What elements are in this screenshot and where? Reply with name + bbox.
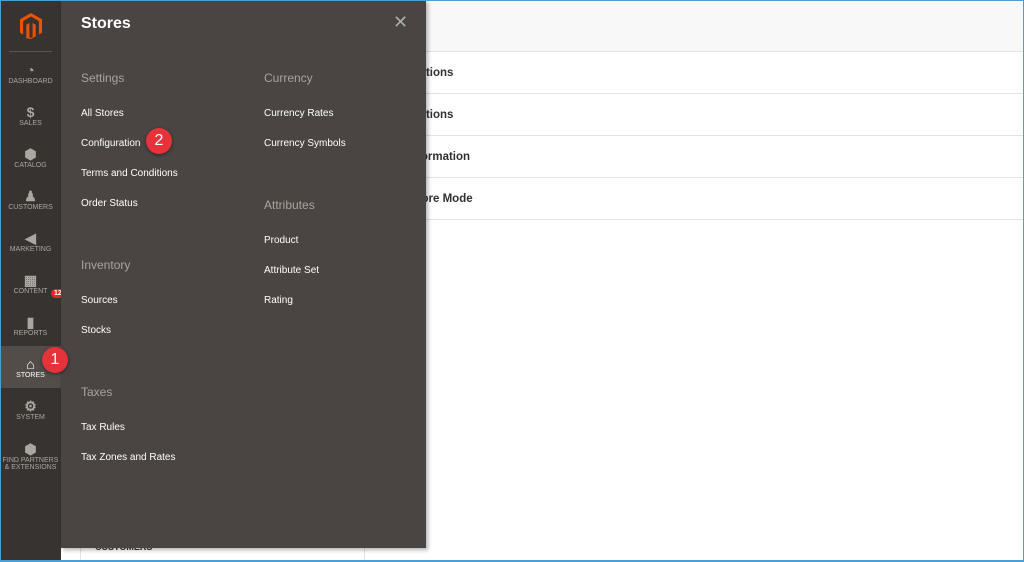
sidebar-item-label: REPORTS	[13, 329, 48, 337]
menu-item-terms-and-conditions[interactable]: Terms and Conditions	[81, 166, 178, 196]
callout-1: 1	[42, 347, 68, 373]
magento-logo[interactable]	[9, 0, 52, 52]
sidebar-item-sales[interactable]: $ SALES	[0, 94, 61, 136]
panel-title: Stores	[81, 15, 131, 32]
config-section[interactable]: nformation	[365, 136, 1024, 178]
callout-2: 2	[146, 128, 172, 154]
sidebar-item-label: STORES	[16, 371, 45, 379]
bar-chart-icon: ▮	[26, 313, 35, 330]
page-header	[365, 0, 1024, 52]
sidebar-item-system[interactable]: ⚙ SYSTEM	[0, 388, 61, 430]
sidebar-item-label: CONTENT	[13, 287, 48, 295]
sidebar-item-customers[interactable]: ♟ CUSTOMERS	[0, 178, 61, 220]
sidebar-item-label: DASHBOARD	[8, 77, 53, 85]
sidebar-item-catalog[interactable]: ⬢ CATALOG	[0, 136, 61, 178]
sidebar-item-find[interactable]: ⬢ FIND PARTNERS & EXTENSIONS	[0, 430, 61, 482]
menu-group-heading: Taxes	[81, 385, 113, 399]
person-icon: ♟	[24, 187, 37, 204]
menu-item-product[interactable]: Product	[264, 233, 346, 263]
layout-icon: ▦	[23, 271, 38, 288]
menu-item-tax-rules[interactable]: Tax Rules	[81, 420, 178, 450]
magento-logo-icon	[19, 12, 42, 39]
cube-icon: ⬢	[24, 441, 37, 457]
menu-item-tax-zones-and-rates[interactable]: Tax Zones and Rates	[81, 450, 178, 480]
menu-item-currency-symbols[interactable]: Currency Symbols	[264, 136, 346, 166]
menu-item-order-status[interactable]: Order Status	[81, 196, 178, 226]
config-section[interactable]: Store Mode	[365, 178, 1024, 220]
menu-group-heading: Inventory	[81, 258, 131, 272]
sidebar-item-label: SYSTEM	[16, 413, 45, 421]
sidebar-item-label: FIND PARTNERS & EXTENSIONS	[2, 457, 59, 471]
config-section[interactable]: Options	[365, 52, 1024, 94]
dashboard-icon: ◔	[26, 61, 35, 78]
store-icon: ⌂	[26, 355, 35, 372]
menu-item-sources[interactable]: Sources	[81, 293, 178, 323]
megaphone-icon: ◀	[25, 229, 36, 246]
box-icon: ⬢	[24, 145, 37, 162]
main-content: Options Options nformation Store Mode	[365, 0, 1024, 562]
menu-group-heading: Settings	[81, 71, 125, 85]
sidebar-item-reports[interactable]: ▮ REPORTS	[0, 304, 61, 346]
menu-item-attribute-set[interactable]: Attribute Set	[264, 263, 346, 293]
sidebar-item-label: SALES	[19, 119, 42, 127]
sidebar-item-label: MARKETING	[9, 245, 52, 253]
sidebar-item-label: CUSTOMERS	[8, 203, 53, 211]
sidebar-item-content[interactable]: ▦ CONTENT	[0, 262, 61, 304]
config-section[interactable]: Options	[365, 94, 1024, 136]
menu-group-heading: Attributes	[264, 198, 315, 212]
sidebar-item-marketing[interactable]: ◀ MARKETING	[0, 220, 61, 262]
menu-item-currency-rates[interactable]: Currency Rates	[264, 106, 346, 136]
menu-item-stocks[interactable]: Stocks	[81, 323, 178, 353]
close-icon[interactable]: ✕	[393, 12, 408, 33]
dollar-icon: $	[26, 103, 35, 120]
stores-menu-panel: Stores ✕ Settings All Stores Configuration…	[61, 0, 426, 548]
sidebar-item-label: CATALOG	[14, 161, 47, 169]
sidebar-item-dashboard[interactable]: ◔ DASHBOARD	[0, 52, 61, 94]
menu-group-heading: Currency	[264, 71, 313, 85]
gear-icon: ⚙	[24, 397, 37, 414]
admin-sidebar: ◔ DASHBOARD $ SALES ⬢ CATALOG ♟ CUSTOMERS ◀ MARKE…	[0, 0, 61, 562]
menu-item-rating[interactable]: Rating	[264, 293, 346, 323]
